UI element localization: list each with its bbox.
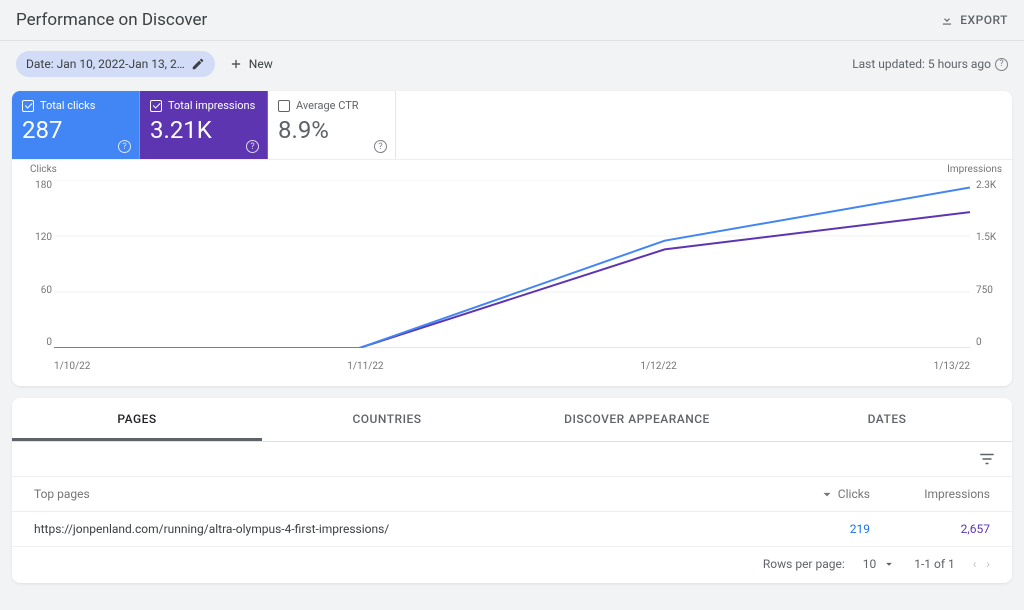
page-title: Performance on Discover bbox=[16, 10, 207, 30]
rows-per-page-label: Rows per page: bbox=[763, 557, 845, 571]
y-axis-right-label: Impressions bbox=[947, 164, 1002, 175]
col-header-page[interactable]: Top pages bbox=[34, 487, 750, 501]
metric-value: 3.21K bbox=[150, 116, 257, 144]
help-icon[interactable]: ? bbox=[374, 140, 387, 153]
help-icon[interactable]: ? bbox=[246, 140, 259, 153]
rows-per-page-select[interactable]: 10 bbox=[863, 557, 897, 571]
table-row[interactable]: https://jonpenland.com/running/altra-oly… bbox=[12, 512, 1012, 547]
table-card: PAGES COUNTRIES DISCOVER APPEARANCE DATE… bbox=[12, 398, 1012, 583]
cell-page: https://jonpenland.com/running/altra-oly… bbox=[34, 522, 750, 536]
table-tabs: PAGES COUNTRIES DISCOVER APPEARANCE DATE… bbox=[12, 398, 1012, 442]
checkbox-on-icon bbox=[150, 100, 162, 112]
add-filter-label: New bbox=[249, 57, 273, 71]
tab-pages[interactable]: PAGES bbox=[12, 398, 262, 441]
y-ticks-left: 180 120 60 0 bbox=[22, 180, 52, 348]
checkbox-off-icon bbox=[278, 100, 290, 112]
date-range-label: Date: Jan 10, 2022-Jan 13, 2… bbox=[26, 57, 185, 71]
metric-value: 287 bbox=[22, 116, 129, 144]
last-updated: Last updated: 5 hours ago ? bbox=[852, 57, 1008, 71]
caret-down-icon bbox=[882, 557, 896, 571]
cell-impressions: 2,657 bbox=[870, 522, 990, 536]
pager-next[interactable]: › bbox=[986, 557, 990, 571]
pencil-icon bbox=[191, 57, 205, 71]
table-header: Top pages Clicks Impressions bbox=[12, 477, 1012, 512]
arrow-down-icon bbox=[820, 487, 834, 501]
tab-countries[interactable]: COUNTRIES bbox=[262, 398, 512, 441]
pager-range: 1-1 of 1 bbox=[914, 557, 955, 571]
last-updated-text: Last updated: 5 hours ago bbox=[852, 57, 991, 71]
export-button[interactable]: EXPORT bbox=[940, 13, 1008, 27]
y-axis-left-label: Clicks bbox=[30, 164, 57, 175]
line-chart: Clicks Impressions 180 120 60 0 2.3K 1.5… bbox=[12, 160, 1012, 386]
tab-discover[interactable]: DISCOVER APPEARANCE bbox=[512, 398, 762, 441]
add-filter-button[interactable]: New bbox=[229, 57, 273, 71]
tab-dates[interactable]: DATES bbox=[762, 398, 1012, 441]
metric-label: Average CTR bbox=[296, 99, 359, 112]
metric-tile-impressions[interactable]: Total impressions 3.21K ? bbox=[140, 91, 268, 159]
export-label: EXPORT bbox=[960, 13, 1008, 27]
metric-label: Total clicks bbox=[40, 99, 95, 112]
x-ticks: 1/10/22 1/11/22 1/12/22 1/13/22 bbox=[54, 361, 970, 372]
y-ticks-right: 2.3K 1.5K 750 0 bbox=[976, 180, 1006, 348]
metric-value: 8.9% bbox=[278, 116, 385, 144]
metric-tile-clicks[interactable]: Total clicks 287 ? bbox=[12, 91, 140, 159]
date-range-chip[interactable]: Date: Jan 10, 2022-Jan 13, 2… bbox=[16, 51, 215, 77]
table-pager: Rows per page: 10 1-1 of 1 ‹ › bbox=[12, 547, 1012, 583]
checkbox-on-icon bbox=[22, 100, 34, 112]
pager-prev[interactable]: ‹ bbox=[973, 557, 977, 571]
plus-icon bbox=[229, 57, 243, 71]
cell-clicks: 219 bbox=[750, 522, 870, 536]
col-header-impressions[interactable]: Impressions bbox=[870, 487, 990, 501]
help-icon[interactable]: ? bbox=[995, 58, 1008, 71]
filter-icon[interactable] bbox=[978, 450, 996, 468]
chart-svg bbox=[54, 180, 970, 348]
download-icon bbox=[940, 13, 954, 27]
col-header-clicks[interactable]: Clicks bbox=[750, 487, 870, 501]
metric-tile-ctr[interactable]: Average CTR 8.9% ? bbox=[268, 91, 396, 159]
help-icon[interactable]: ? bbox=[118, 140, 131, 153]
chart-card: Total clicks 287 ? Total impressions 3.2… bbox=[12, 91, 1012, 386]
metric-label: Total impressions bbox=[168, 99, 255, 112]
